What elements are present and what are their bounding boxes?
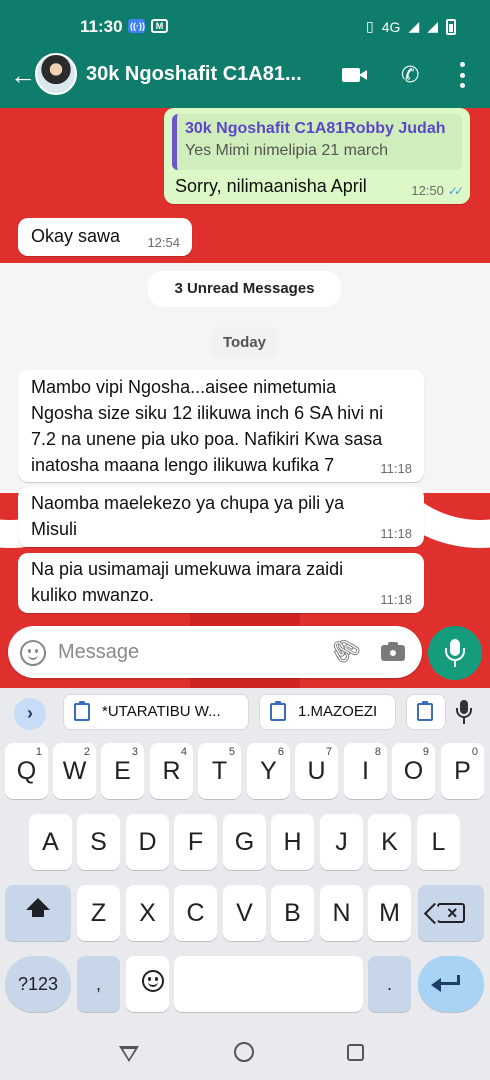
- key-y[interactable]: 6Y: [247, 743, 290, 799]
- attach-icon[interactable]: 🖇: [324, 629, 366, 671]
- network-type: 4G: [381, 18, 401, 35]
- outgoing-message[interactable]: 30k Ngoshafit C1A81Robby Judah Yes Mimi …: [164, 108, 470, 204]
- clipboard-icon: [417, 701, 433, 721]
- incoming-message[interactable]: Naomba maelekezo ya chupa ya pili ya Mis…: [18, 487, 424, 547]
- clipboard-icon: [74, 701, 90, 721]
- read-ticks-icon: ✓✓: [447, 184, 464, 198]
- keyboard-microphone-icon[interactable]: [456, 700, 472, 726]
- key-d[interactable]: D: [126, 814, 169, 870]
- key-m[interactable]: M: [368, 885, 411, 941]
- space-key[interactable]: [174, 956, 363, 1012]
- incoming-message[interactable]: Na pia usimamaji umekuwa imara zaidi kul…: [18, 553, 424, 613]
- key-p[interactable]: 0P: [441, 743, 484, 799]
- backspace-key[interactable]: ×: [418, 885, 484, 941]
- key-k[interactable]: K: [368, 814, 411, 870]
- key-x[interactable]: X: [126, 885, 169, 941]
- keyboard: › *UTARATIBU W... 1.MAZOEZI 1Q 2W 3E 4R …: [0, 688, 490, 1020]
- backspace-icon: ×: [437, 903, 465, 923]
- key-q[interactable]: 1Q: [5, 743, 48, 799]
- more-options-icon[interactable]: [455, 62, 469, 88]
- quoted-message[interactable]: 30k Ngoshafit C1A81Robby Judah Yes Mimi …: [172, 114, 462, 170]
- key-w[interactable]: 2W: [53, 743, 96, 799]
- vibrate-icon: ▯: [366, 18, 374, 34]
- incoming-message[interactable]: Mambo vipi Ngosha...aisee nimetumia Ngos…: [18, 370, 424, 482]
- signal-icon-2: ◢: [427, 18, 438, 34]
- clipboard-chip[interactable]: 1.MAZOEZI: [259, 694, 396, 730]
- camera-icon[interactable]: [381, 641, 405, 661]
- system-nav-bar: [0, 1020, 490, 1080]
- keyboard-suggestion-bar: › *UTARATIBU W... 1.MAZOEZI: [0, 688, 490, 738]
- status-time: 11:30: [80, 17, 123, 36]
- quoted-sender: 30k Ngoshafit C1A81Robby Judah: [185, 120, 446, 137]
- message-input[interactable]: [58, 639, 308, 665]
- key-e[interactable]: 3E: [101, 743, 144, 799]
- message-time: 11:18: [380, 461, 412, 476]
- message-text: Okay sawa: [31, 226, 121, 246]
- back-arrow-icon[interactable]: ←: [8, 58, 38, 92]
- status-bar: 11:30 ((·)) M ▯ 4G ◢ ◢: [0, 0, 490, 50]
- key-z[interactable]: Z: [77, 885, 120, 941]
- message-input-box[interactable]: 🖇: [8, 626, 422, 678]
- voice-call-icon[interactable]: ✆: [401, 62, 419, 88]
- chevron-right-icon[interactable]: ›: [14, 698, 46, 730]
- clipboard-chip[interactable]: [406, 694, 446, 730]
- signal-icon: ◢: [408, 18, 420, 34]
- app-bar: ← 30k Ngoshafit C1A81... ✆: [0, 50, 490, 106]
- symbols-key[interactable]: ?123: [5, 956, 71, 1012]
- chat-header: 11:30 ((·)) M ▯ 4G ◢ ◢ ← 30k Ngoshafit C…: [0, 0, 490, 108]
- battery-icon: [446, 18, 456, 35]
- emoji-icon[interactable]: [20, 640, 46, 666]
- period-key[interactable]: .: [368, 956, 411, 1012]
- emoji-key[interactable]: [126, 956, 169, 1012]
- message-time: 11:18: [380, 592, 412, 607]
- key-v[interactable]: V: [223, 885, 266, 941]
- nav-back-icon[interactable]: [119, 1046, 139, 1062]
- shift-key[interactable]: [5, 885, 71, 941]
- key-b[interactable]: B: [271, 885, 314, 941]
- key-f[interactable]: F: [174, 814, 217, 870]
- nav-home-icon[interactable]: [234, 1042, 254, 1062]
- chat-area[interactable]: 30k Ngoshafit C1A81Robby Judah Yes Mimi …: [0, 108, 490, 688]
- key-j[interactable]: J: [320, 814, 363, 870]
- key-t[interactable]: 5T: [198, 743, 241, 799]
- gmail-icon: M: [151, 19, 168, 33]
- message-text: Sorry, nilimaanisha April: [175, 176, 367, 196]
- message-time: 12:50: [411, 183, 444, 198]
- clipboard-chip[interactable]: *UTARATIBU W...: [63, 694, 249, 730]
- key-o[interactable]: 9O: [392, 743, 435, 799]
- message-composer: 🖇: [0, 620, 490, 686]
- key-g[interactable]: G: [223, 814, 266, 870]
- message-text: Naomba maelekezo ya chupa ya pili ya Mis…: [31, 493, 345, 539]
- nav-recents-icon[interactable]: [347, 1044, 364, 1061]
- date-divider: Today: [212, 327, 277, 358]
- avatar[interactable]: [35, 53, 77, 95]
- key-l[interactable]: L: [417, 814, 460, 870]
- key-u[interactable]: 7U: [295, 743, 338, 799]
- key-a[interactable]: A: [29, 814, 72, 870]
- key-i[interactable]: 8I: [344, 743, 387, 799]
- enter-key[interactable]: [418, 956, 484, 1012]
- unread-messages-divider: 3 Unread Messages: [148, 271, 341, 307]
- clipboard-icon: [270, 701, 286, 721]
- voice-record-button[interactable]: [428, 626, 482, 680]
- key-h[interactable]: H: [271, 814, 314, 870]
- smiley-icon: [142, 970, 164, 992]
- message-time: 12:54: [147, 235, 180, 250]
- key-s[interactable]: S: [77, 814, 120, 870]
- message-text: Na pia usimamaji umekuwa imara zaidi kul…: [31, 559, 344, 605]
- quoted-text: Yes Mimi nimelipia 21 march: [185, 142, 389, 159]
- comma-key[interactable]: ,: [77, 956, 120, 1012]
- key-n[interactable]: N: [320, 885, 363, 941]
- message-time: 11:18: [380, 526, 412, 541]
- key-r[interactable]: 4R: [150, 743, 193, 799]
- message-text: Mambo vipi Ngosha...aisee nimetumia Ngos…: [31, 377, 384, 475]
- incoming-message[interactable]: Okay sawa 12:54: [18, 218, 192, 256]
- chat-title[interactable]: 30k Ngoshafit C1A81...: [86, 63, 302, 86]
- video-call-icon[interactable]: [342, 66, 368, 84]
- key-c[interactable]: C: [174, 885, 217, 941]
- cast-icon: ((·)): [128, 19, 145, 33]
